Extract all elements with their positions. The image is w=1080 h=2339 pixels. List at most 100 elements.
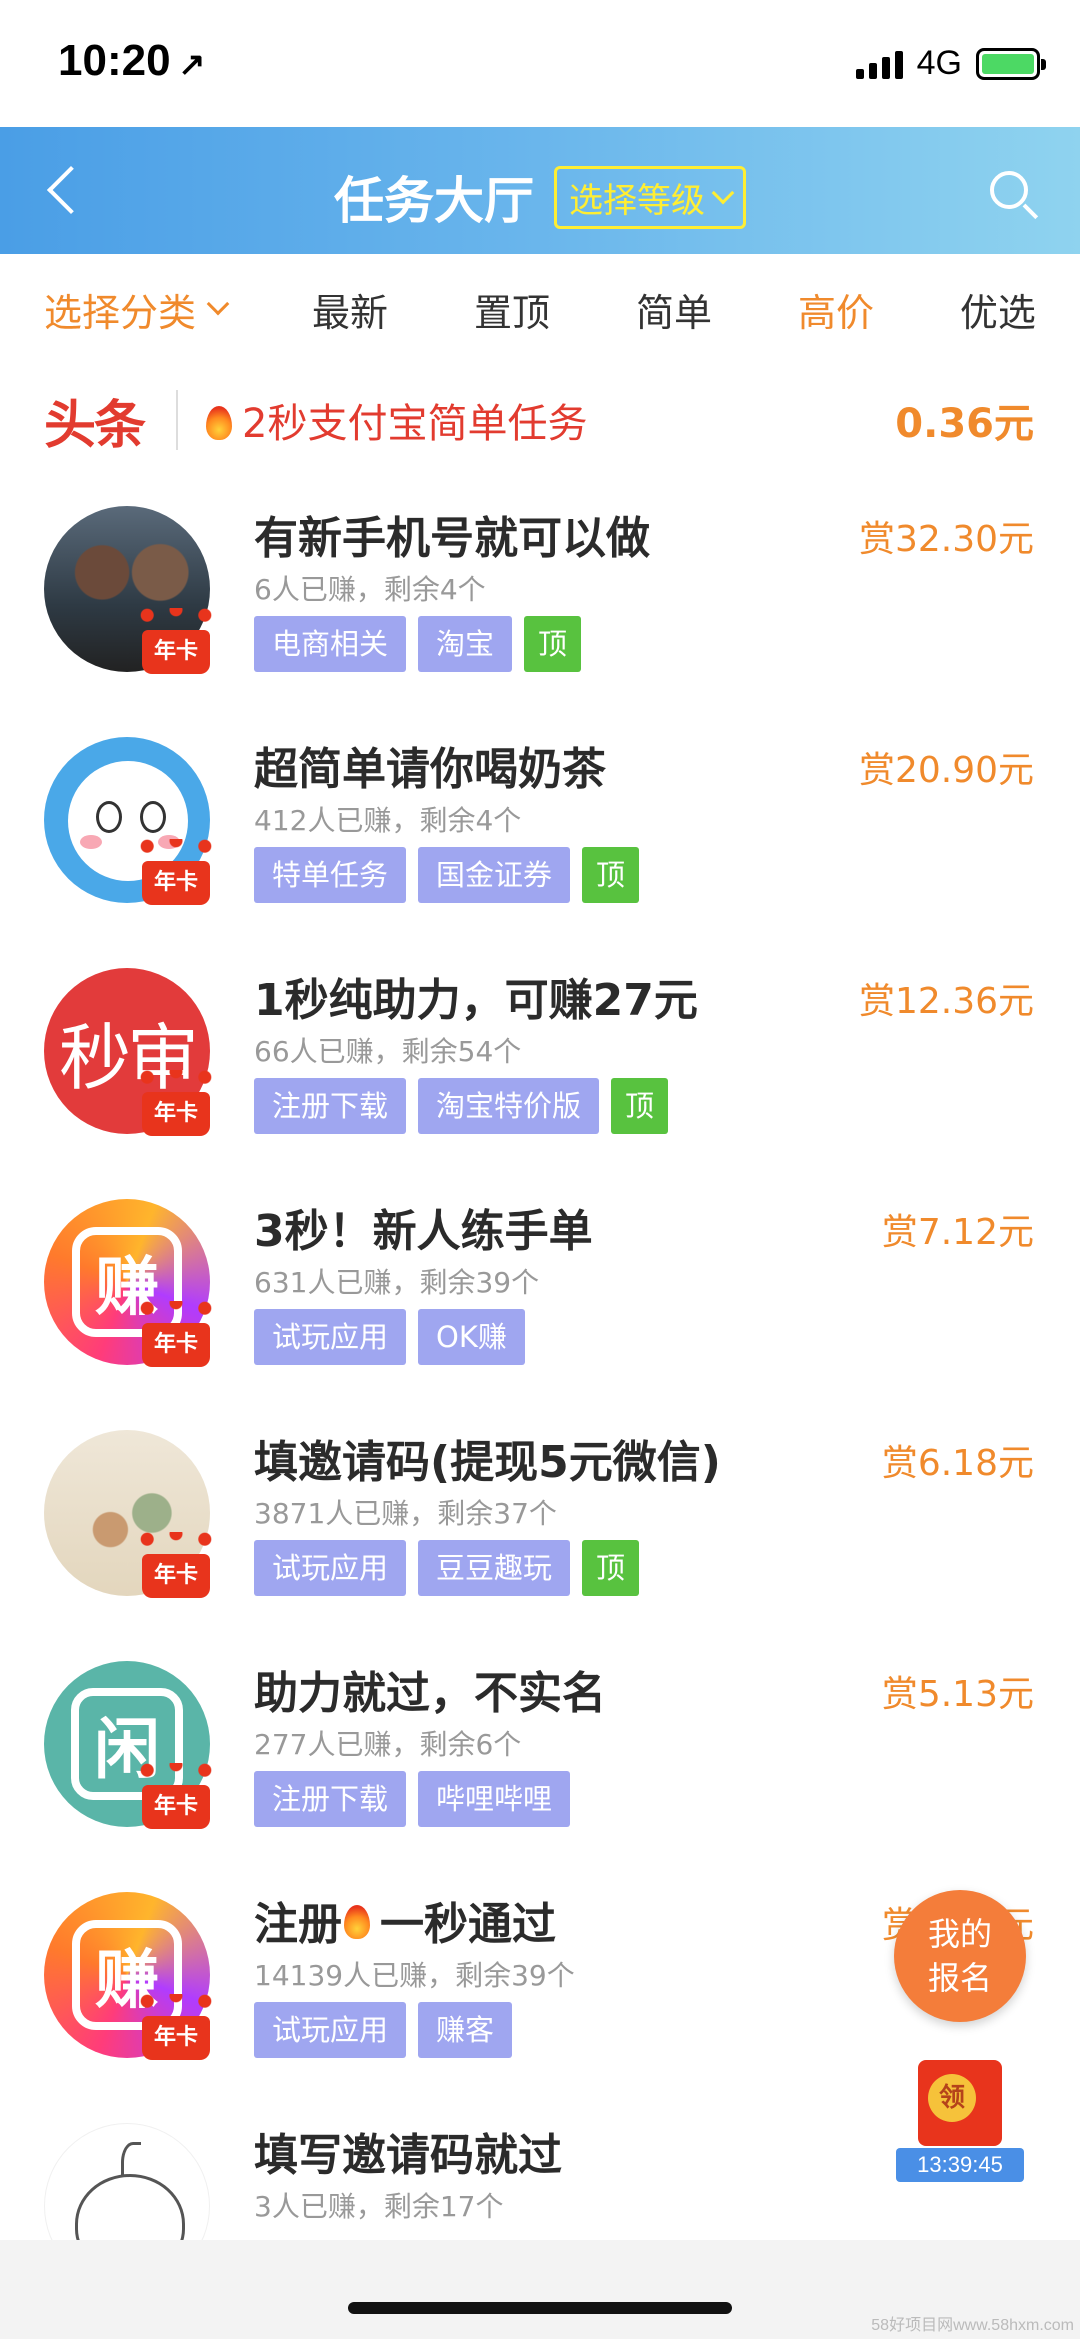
status-bar: 10:20 ↗ 4G <box>0 0 1080 127</box>
task-title-prefix: 注册 <box>254 1899 342 1950</box>
home-area: 58好项目网www.58hxm.com <box>0 2240 1080 2339</box>
task-title: 有新手机号就可以做 <box>254 513 650 564</box>
task-title-suffix: 一秒通过 <box>380 1899 556 1950</box>
tag: 试玩应用 <box>254 1540 407 1596</box>
tag: 赚客 <box>418 2002 513 2058</box>
task-title: 填邀请码(提现5元微信) <box>254 1437 721 1488</box>
task-item[interactable]: 秒审 年卡 1秒纯助力，可赚27元 66人已赚，剩余54个 注册下载 淘宝特价版… <box>0 938 1080 1169</box>
task-reward: 赏6.18元 <box>881 1443 1034 1484</box>
title-group: 任务大厅 选择等级 <box>0 161 1080 233</box>
headline-tag: 头条 <box>44 394 146 456</box>
filter-bar: 选择分类 最新 置顶 简单 高价 优选 <box>0 254 1080 364</box>
task-meta: 6人已赚，剩余4个 <box>254 573 486 606</box>
task-reward: 赏12.36元 <box>858 981 1034 1022</box>
task-list: 年卡 有新手机号就可以做 6人已赚，剩余4个 电商相关 淘宝 顶 赏32.30元… <box>0 476 1080 2324</box>
filter-simple[interactable]: 简单 <box>636 282 712 337</box>
tag: 豆豆趣玩 <box>418 1540 571 1596</box>
location-icon: ↗ <box>178 46 206 82</box>
headline-banner[interactable]: 头条 2秒支付宝简单任务 0.36元 <box>0 364 1080 476</box>
filter-high-price[interactable]: 高价 <box>798 282 874 337</box>
network-type: 4G <box>916 44 962 82</box>
tag: 试玩应用 <box>254 1309 407 1365</box>
headline-text: 2秒支付宝简单任务 <box>242 401 588 447</box>
red-packet-timer: 13:39:45 <box>896 2148 1024 2182</box>
task-title: 超简单请你喝奶茶 <box>254 744 606 795</box>
task-item[interactable]: 年卡 填邀请码(提现5元微信) 3871人已赚，剩余37个 试玩应用 豆豆趣玩 … <box>0 1400 1080 1631</box>
tag: OK赚 <box>418 1309 525 1365</box>
category-filter[interactable]: 选择分类 <box>44 282 230 337</box>
crown-badge-icon: 年卡 <box>136 608 216 678</box>
status-time: 10:20 ↗ <box>58 36 205 86</box>
tag: 淘宝 <box>418 616 513 672</box>
task-item[interactable]: 年卡 超简单请你喝奶茶 412人已赚，剩余4个 特单任务 国金证券 顶 赏20.… <box>0 707 1080 938</box>
task-tags: 电商相关 淘宝 顶 <box>254 616 582 672</box>
task-meta: 631人已赚，剩余39个 <box>254 1266 540 1299</box>
crown-badge-icon: 年卡 <box>136 839 216 909</box>
my-signups-line2: 报名 <box>927 1959 992 1997</box>
top-tag: 顶 <box>582 847 640 903</box>
app-header: 任务大厅 选择等级 <box>0 127 1080 254</box>
crown-badge-icon: 年卡 <box>136 1763 216 1833</box>
battery-icon <box>976 47 1046 80</box>
task-meta: 3人已赚，剩余17个 <box>254 2190 504 2223</box>
status-indicators: 4G <box>855 44 1046 83</box>
watermark: 58好项目网www.58hxm.com <box>871 2317 1074 2334</box>
task-item[interactable]: 年卡 有新手机号就可以做 6人已赚，剩余4个 电商相关 淘宝 顶 赏32.30元 <box>0 476 1080 707</box>
clock: 10:20 <box>58 36 171 85</box>
tag: 哔哩哔哩 <box>418 1771 571 1827</box>
page-title: 任务大厅 <box>334 172 534 230</box>
chevron-down-icon <box>206 292 230 316</box>
task-title: 3秒！新人练手单 <box>254 1206 593 1257</box>
crown-badge-icon: 年卡 <box>136 1994 216 2064</box>
home-indicator[interactable] <box>348 2302 732 2314</box>
task-tags: 试玩应用 豆豆趣玩 顶 <box>254 1540 640 1596</box>
my-signups-line1: 我的 <box>927 1915 992 1953</box>
my-signups-button[interactable]: 我的 报名 <box>894 1890 1026 2022</box>
task-tags: 试玩应用 OK赚 <box>254 1309 525 1365</box>
search-icon[interactable] <box>986 167 1042 223</box>
task-reward: 赏5.13元 <box>881 1674 1034 1715</box>
task-meta: 66人已赚，剩余54个 <box>254 1035 522 1068</box>
task-item[interactable]: 赚 年卡 3秒！新人练手单 631人已赚，剩余39个 试玩应用 OK赚 赏7.1… <box>0 1169 1080 1400</box>
top-tag: 顶 <box>524 616 582 672</box>
fire-icon <box>342 1899 372 1939</box>
task-title: 助力就过，不实名 <box>254 1668 606 1719</box>
tag: 注册下载 <box>254 1078 407 1134</box>
task-meta: 14139人已赚，剩余39个 <box>254 1959 575 1992</box>
chevron-down-icon <box>711 181 735 205</box>
task-tags: 特单任务 国金证券 顶 <box>254 847 640 903</box>
filter-pinned[interactable]: 置顶 <box>474 282 550 337</box>
tag: 特单任务 <box>254 847 407 903</box>
red-packet-button[interactable]: 领 13:39:45 <box>890 2060 1030 2190</box>
tag: 淘宝特价版 <box>418 1078 600 1134</box>
task-meta: 412人已赚，剩余4个 <box>254 804 522 837</box>
task-tags: 注册下载 淘宝特价版 顶 <box>254 1078 669 1134</box>
crown-badge-icon: 年卡 <box>136 1070 216 1140</box>
tag: 电商相关 <box>254 616 407 672</box>
task-tags: 注册下载 哔哩哔哩 <box>254 1771 571 1827</box>
top-tag: 顶 <box>582 1540 640 1596</box>
filter-featured[interactable]: 优选 <box>960 282 1036 337</box>
task-title: 1秒纯助力，可赚27元 <box>254 975 698 1026</box>
task-meta: 3871人已赚，剩余37个 <box>254 1497 557 1530</box>
task-item[interactable]: 闲 年卡 助力就过，不实名 277人已赚，剩余6个 注册下载 哔哩哔哩 赏5.1… <box>0 1631 1080 1862</box>
red-packet-coin: 领 <box>928 2074 976 2122</box>
select-level-label: 选择等级 <box>569 180 705 221</box>
signal-icon <box>855 49 903 79</box>
headline-price: 0.36元 <box>895 401 1034 447</box>
category-filter-label: 选择分类 <box>44 290 197 335</box>
task-reward: 赏7.12元 <box>881 1212 1034 1253</box>
fire-icon <box>204 400 234 440</box>
task-reward: 赏20.90元 <box>858 750 1034 791</box>
top-tag: 顶 <box>611 1078 669 1134</box>
task-tags: 试玩应用 赚客 <box>254 2002 513 2058</box>
select-level-button[interactable]: 选择等级 <box>554 165 746 229</box>
crown-badge-icon: 年卡 <box>136 1301 216 1371</box>
divider <box>176 390 179 450</box>
task-reward: 赏32.30元 <box>858 519 1034 560</box>
filter-latest[interactable]: 最新 <box>312 282 388 337</box>
task-meta: 277人已赚，剩余6个 <box>254 1728 522 1761</box>
tag: 注册下载 <box>254 1771 407 1827</box>
crown-badge-icon: 年卡 <box>136 1532 216 1602</box>
task-title: 注册 一秒通过 <box>254 1888 556 1952</box>
